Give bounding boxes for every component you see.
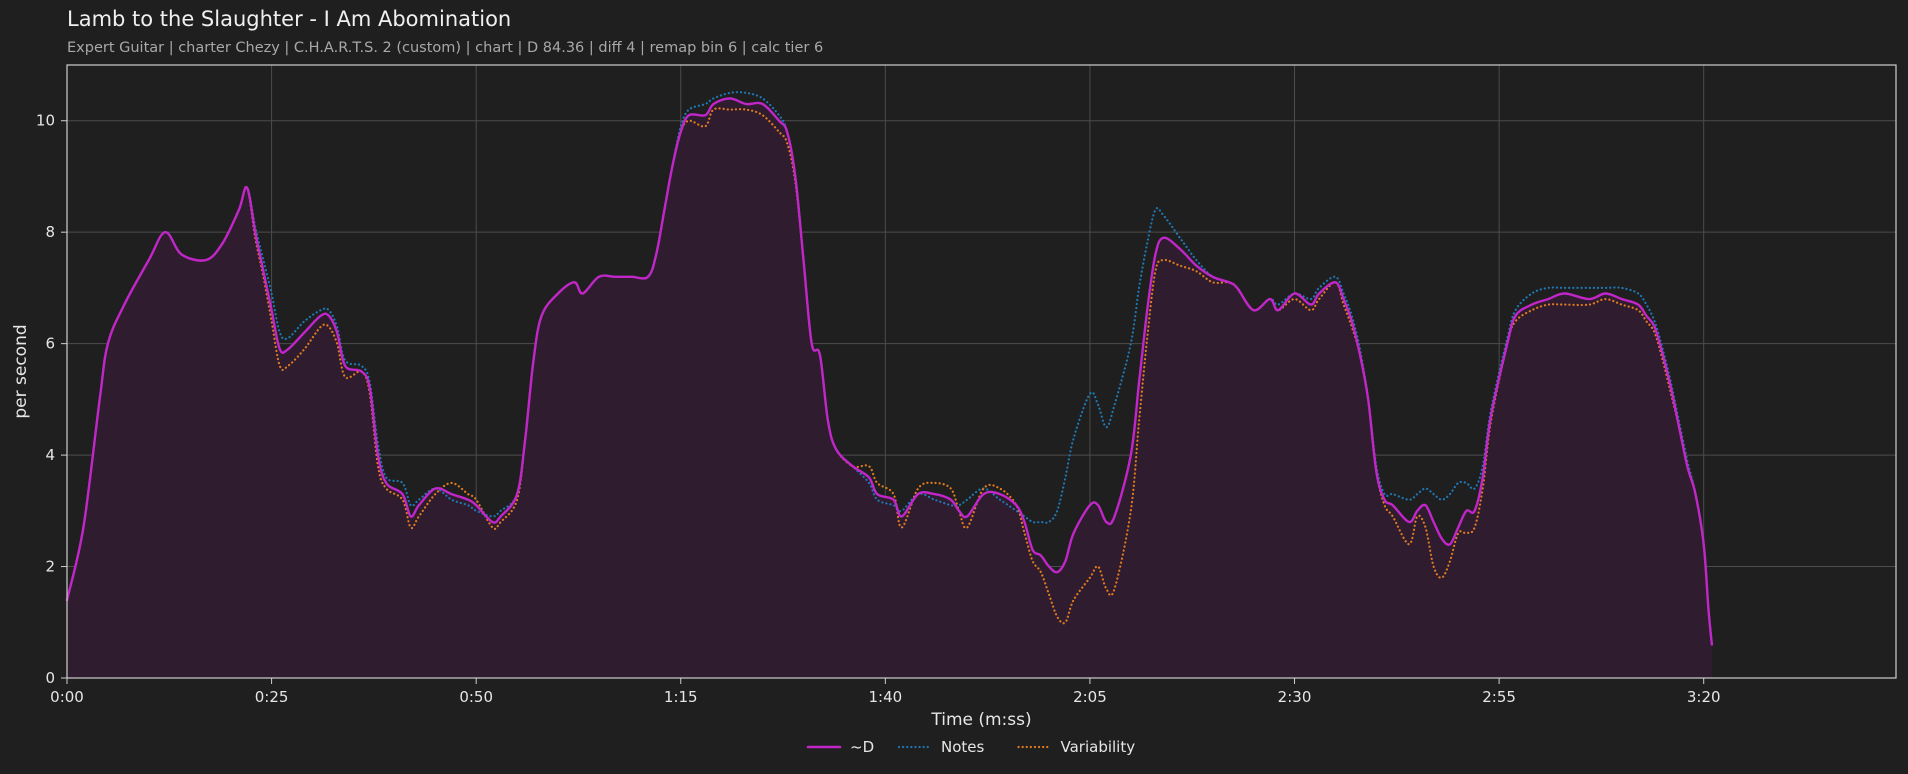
x-tick-label: 0:25 [255, 688, 289, 706]
x-tick-label: 1:15 [664, 688, 698, 706]
x-axis-label: Time (m:ss) [930, 710, 1031, 730]
x-tick-label: 3:20 [1687, 688, 1721, 706]
legend: ~D Notes Variability [806, 738, 1136, 756]
line-chart: 0:00 0:25 0:50 1:15 1:40 2:05 2:30 2:55 3:20 0 2 4 6… [11, 64, 1897, 756]
y-tick-label: 8 [45, 223, 55, 241]
y-tick-label: 10 [36, 112, 55, 130]
legend-label-notes: Notes [941, 738, 985, 756]
legend-label-variability: Variability [1061, 738, 1136, 756]
y-tick-label: 4 [45, 446, 55, 464]
y-axis-label: per second [11, 324, 31, 418]
legend-label-d: ~D [850, 738, 874, 756]
y-tick-label: 0 [45, 669, 55, 687]
x-tick-label: 0:00 [50, 688, 84, 706]
y-tick-label: 2 [45, 558, 55, 576]
x-tick-label: 2:55 [1482, 688, 1516, 706]
y-tick-label: 6 [45, 335, 55, 353]
x-tick-label: 1:40 [869, 688, 903, 706]
x-tick-label: 2:05 [1073, 688, 1107, 706]
x-tick-label: 2:30 [1278, 688, 1312, 706]
x-tick-label: 0:50 [459, 688, 493, 706]
